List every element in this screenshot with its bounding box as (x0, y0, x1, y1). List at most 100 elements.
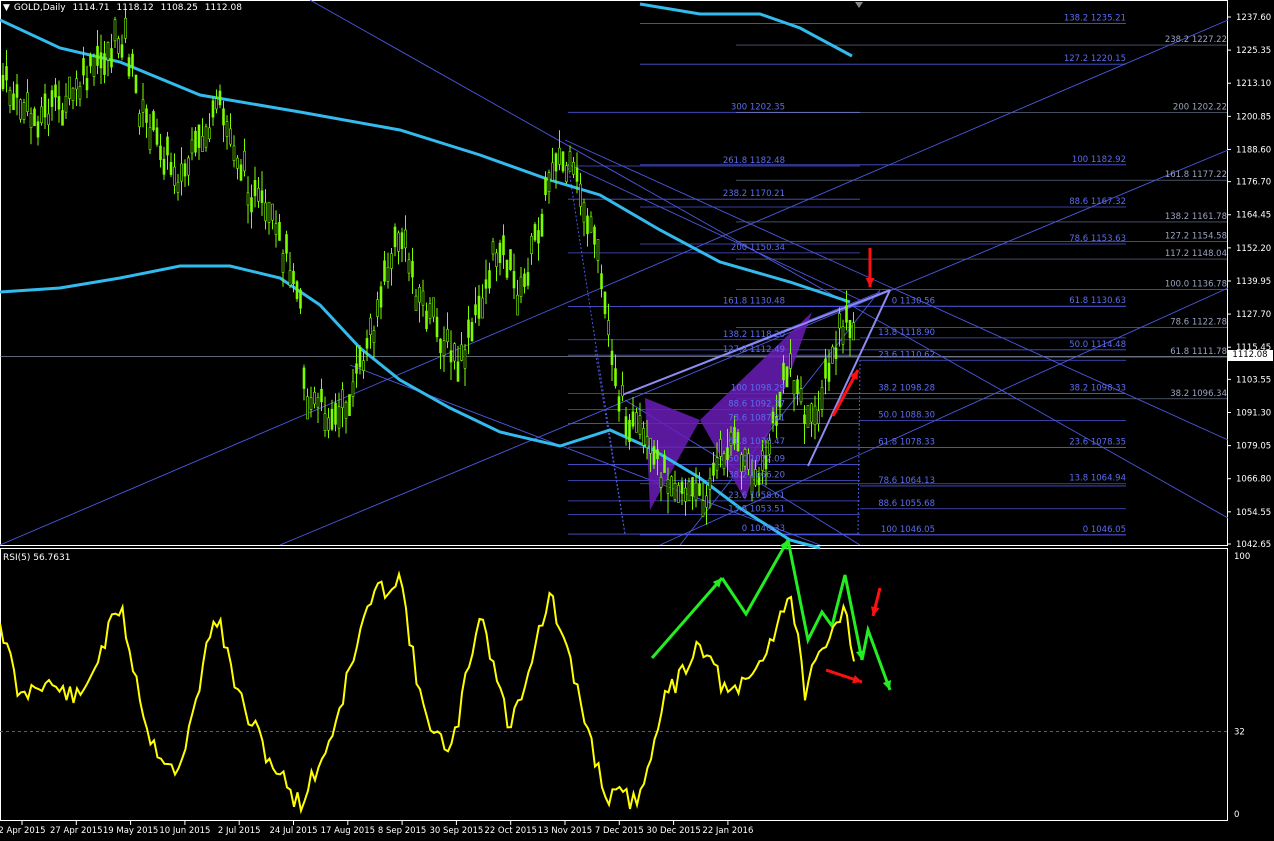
candle-body (29, 113, 33, 128)
fib-label-far-right: 61.8 1111.78 (1170, 347, 1227, 357)
candle-body (824, 358, 827, 379)
candle-body (211, 100, 215, 118)
candle-body (523, 273, 526, 287)
candle-body (453, 343, 456, 362)
candle-body (691, 477, 694, 497)
candle-body (330, 408, 334, 430)
rsi-group (0, 570, 1227, 815)
candle-body (323, 413, 327, 431)
candle-body (512, 271, 516, 289)
candle-body (1, 74, 5, 89)
candle-body (663, 454, 666, 473)
candle-body (586, 215, 589, 235)
candle-body (502, 235, 505, 255)
rsi-level-label: 100 (1234, 552, 1250, 562)
low-value: 1108.25 (160, 3, 198, 13)
candle-body (166, 136, 169, 156)
candle-body (204, 126, 208, 148)
candle-body (652, 446, 656, 465)
fib-label-middle: 50.0 1088.30 (878, 411, 935, 421)
candle-body (71, 87, 75, 101)
triangle-down-icon[interactable]: ▼ (3, 3, 10, 13)
date-tick-label: 10 Jun 2015 (159, 826, 210, 836)
fib-label-right: 50.0 1114.48 (1069, 340, 1126, 350)
candle-body (376, 299, 379, 317)
candle-body (589, 216, 593, 233)
candle-body (180, 163, 183, 182)
fib-label-right: 138.2 1235.21 (1064, 13, 1126, 23)
candle-body (103, 53, 106, 75)
candle-body (15, 84, 19, 98)
candle-body (5, 66, 8, 81)
candle-body (47, 113, 50, 126)
candle-body (113, 19, 117, 42)
fib-label-left: 38.2 1066.20 (728, 470, 785, 480)
candle-body (117, 38, 120, 54)
fib-label-right: 0 1046.05 (1083, 525, 1126, 535)
candle-body (785, 366, 789, 388)
fib-label-left: 238.2 1170.21 (723, 189, 785, 199)
candle-body (631, 411, 635, 427)
fib-label-left: 0 1046.33 (742, 524, 785, 534)
price-tick-label: 1139.95 (1236, 277, 1271, 287)
candle-body (99, 52, 103, 69)
candle-body (274, 223, 278, 235)
candle-body (362, 360, 365, 371)
candle-body (134, 74, 138, 93)
candle-body (460, 344, 463, 361)
date-tick-label: 19 May 2015 (103, 826, 158, 836)
candle-body (614, 368, 617, 387)
candle-body (61, 110, 64, 126)
candle-body (411, 261, 414, 278)
candle-body (806, 405, 810, 428)
fib-label-left: 88.6 1092.37 (728, 400, 785, 410)
candle-body (519, 276, 523, 297)
price-tick-label: 1079.05 (1236, 442, 1271, 452)
candle-body (813, 405, 817, 426)
price-tick-label: 1091.30 (1236, 408, 1271, 418)
candle-body (701, 500, 705, 517)
candle-body (649, 438, 652, 454)
candle-body (222, 108, 225, 126)
candle-body (50, 90, 54, 107)
candle-body (845, 305, 848, 323)
open-value: 1114.71 (72, 3, 110, 13)
price-tick-label: 1188.60 (1236, 145, 1271, 155)
price-tick-label: 1127.70 (1236, 310, 1271, 320)
candle-body (152, 111, 155, 131)
candle-body (659, 477, 663, 488)
fib-label-right: 23.6 1078.35 (1069, 437, 1126, 447)
candle-body (393, 226, 397, 248)
candle-body (145, 108, 148, 123)
candle-body (687, 481, 691, 501)
rsi-title: RSI(5) 56.7631 (3, 553, 71, 563)
candle-body (292, 270, 295, 285)
candle-body (407, 259, 411, 274)
candle-body (26, 92, 29, 112)
date-tick-label: 13 Nov 2015 (538, 826, 592, 836)
candle-body (694, 482, 698, 501)
fib-label-left: 78.6 1087.21 (728, 414, 785, 424)
candle-body (120, 44, 124, 58)
candle-body (173, 166, 176, 186)
candle-body (78, 86, 82, 100)
candle-body (337, 406, 341, 429)
candle-body (852, 322, 855, 341)
candle-body (421, 290, 425, 306)
candle-body (64, 95, 68, 113)
candle-body (463, 349, 467, 369)
date-tick-label: 22 Oct 2015 (484, 826, 537, 836)
candle-body (481, 297, 484, 319)
candle-body (495, 252, 498, 267)
candle-body (712, 462, 715, 476)
candle-body (295, 281, 299, 300)
candle-body (54, 84, 57, 98)
candle-body (673, 483, 677, 500)
candle-body (547, 172, 551, 193)
date-tick-label: 7 Dec 2015 (595, 826, 644, 836)
date-tick-label: 30 Sep 2015 (429, 826, 483, 836)
candle-body (719, 439, 722, 457)
candle-body (309, 397, 313, 410)
candle-body (57, 96, 61, 110)
candle-body (390, 253, 393, 269)
